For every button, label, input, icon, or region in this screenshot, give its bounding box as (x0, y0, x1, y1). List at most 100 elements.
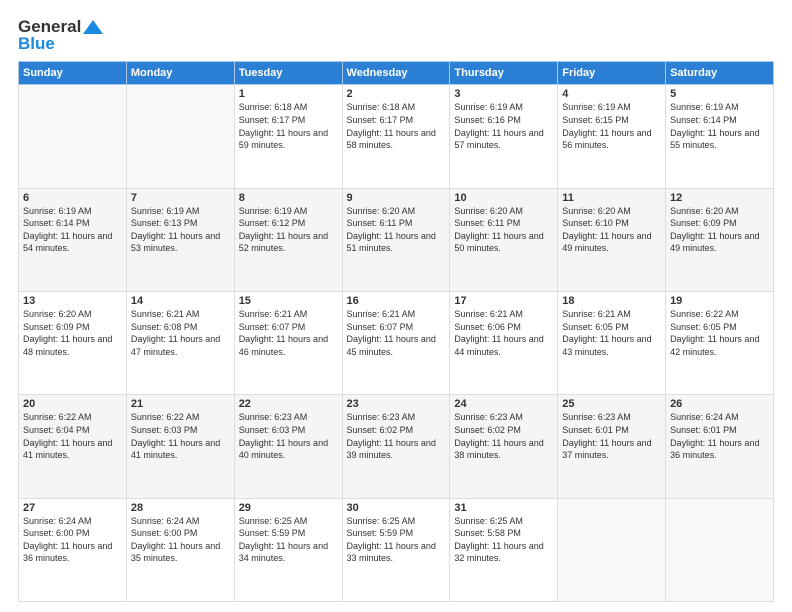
day-number: 13 (23, 295, 122, 307)
day-number: 4 (562, 88, 661, 100)
calendar-cell: 12Sunrise: 6:20 AMSunset: 6:09 PMDayligh… (666, 188, 774, 291)
weekday-header-thursday: Thursday (450, 62, 558, 85)
day-number: 9 (347, 192, 446, 204)
calendar-cell: 15Sunrise: 6:21 AMSunset: 6:07 PMDayligh… (234, 292, 342, 395)
day-number: 5 (670, 88, 769, 100)
day-number: 23 (347, 398, 446, 410)
day-info: Sunrise: 6:22 AMSunset: 6:03 PMDaylight:… (131, 411, 230, 461)
day-number: 26 (670, 398, 769, 410)
day-number: 18 (562, 295, 661, 307)
calendar-cell: 8Sunrise: 6:19 AMSunset: 6:12 PMDaylight… (234, 188, 342, 291)
week-row-1: 6Sunrise: 6:19 AMSunset: 6:14 PMDaylight… (19, 188, 774, 291)
day-number: 16 (347, 295, 446, 307)
day-info: Sunrise: 6:21 AMSunset: 6:08 PMDaylight:… (131, 308, 230, 358)
calendar-cell: 18Sunrise: 6:21 AMSunset: 6:05 PMDayligh… (558, 292, 666, 395)
day-number: 6 (23, 192, 122, 204)
day-info: Sunrise: 6:20 AMSunset: 6:11 PMDaylight:… (347, 205, 446, 255)
calendar-cell: 9Sunrise: 6:20 AMSunset: 6:11 PMDaylight… (342, 188, 450, 291)
weekday-header-tuesday: Tuesday (234, 62, 342, 85)
calendar-cell: 20Sunrise: 6:22 AMSunset: 6:04 PMDayligh… (19, 395, 127, 498)
calendar-cell (126, 85, 234, 188)
calendar-cell: 3Sunrise: 6:19 AMSunset: 6:16 PMDaylight… (450, 85, 558, 188)
day-info: Sunrise: 6:22 AMSunset: 6:05 PMDaylight:… (670, 308, 769, 358)
day-number: 7 (131, 192, 230, 204)
calendar-cell: 5Sunrise: 6:19 AMSunset: 6:14 PMDaylight… (666, 85, 774, 188)
weekday-header-row: SundayMondayTuesdayWednesdayThursdayFrid… (19, 62, 774, 85)
day-info: Sunrise: 6:25 AMSunset: 5:59 PMDaylight:… (239, 515, 338, 565)
day-info: Sunrise: 6:19 AMSunset: 6:12 PMDaylight:… (239, 205, 338, 255)
day-number: 21 (131, 398, 230, 410)
day-info: Sunrise: 6:21 AMSunset: 6:05 PMDaylight:… (562, 308, 661, 358)
weekday-header-monday: Monday (126, 62, 234, 85)
calendar-cell: 19Sunrise: 6:22 AMSunset: 6:05 PMDayligh… (666, 292, 774, 395)
day-info: Sunrise: 6:19 AMSunset: 6:14 PMDaylight:… (670, 101, 769, 151)
calendar-cell: 17Sunrise: 6:21 AMSunset: 6:06 PMDayligh… (450, 292, 558, 395)
calendar-cell: 2Sunrise: 6:18 AMSunset: 6:17 PMDaylight… (342, 85, 450, 188)
week-row-3: 20Sunrise: 6:22 AMSunset: 6:04 PMDayligh… (19, 395, 774, 498)
calendar-cell: 4Sunrise: 6:19 AMSunset: 6:15 PMDaylight… (558, 85, 666, 188)
weekday-header-sunday: Sunday (19, 62, 127, 85)
day-info: Sunrise: 6:23 AMSunset: 6:03 PMDaylight:… (239, 411, 338, 461)
calendar-cell: 11Sunrise: 6:20 AMSunset: 6:10 PMDayligh… (558, 188, 666, 291)
calendar-cell: 27Sunrise: 6:24 AMSunset: 6:00 PMDayligh… (19, 498, 127, 601)
week-row-2: 13Sunrise: 6:20 AMSunset: 6:09 PMDayligh… (19, 292, 774, 395)
day-info: Sunrise: 6:19 AMSunset: 6:14 PMDaylight:… (23, 205, 122, 255)
day-number: 15 (239, 295, 338, 307)
day-number: 29 (239, 502, 338, 514)
calendar-cell: 25Sunrise: 6:23 AMSunset: 6:01 PMDayligh… (558, 395, 666, 498)
day-number: 24 (454, 398, 553, 410)
day-info: Sunrise: 6:21 AMSunset: 6:07 PMDaylight:… (347, 308, 446, 358)
day-info: Sunrise: 6:24 AMSunset: 6:01 PMDaylight:… (670, 411, 769, 461)
day-info: Sunrise: 6:23 AMSunset: 6:01 PMDaylight:… (562, 411, 661, 461)
day-number: 28 (131, 502, 230, 514)
day-number: 20 (23, 398, 122, 410)
week-row-0: 1Sunrise: 6:18 AMSunset: 6:17 PMDaylight… (19, 85, 774, 188)
logo-triangle-icon (83, 19, 103, 35)
day-info: Sunrise: 6:20 AMSunset: 6:09 PMDaylight:… (670, 205, 769, 255)
calendar-cell (666, 498, 774, 601)
calendar-cell: 16Sunrise: 6:21 AMSunset: 6:07 PMDayligh… (342, 292, 450, 395)
calendar-cell: 23Sunrise: 6:23 AMSunset: 6:02 PMDayligh… (342, 395, 450, 498)
day-info: Sunrise: 6:21 AMSunset: 6:06 PMDaylight:… (454, 308, 553, 358)
weekday-header-friday: Friday (558, 62, 666, 85)
page: General Blue SundayMondayTuesdayWednesda… (0, 0, 792, 612)
day-number: 1 (239, 88, 338, 100)
day-info: Sunrise: 6:25 AMSunset: 5:58 PMDaylight:… (454, 515, 553, 565)
calendar-cell (19, 85, 127, 188)
day-info: Sunrise: 6:20 AMSunset: 6:09 PMDaylight:… (23, 308, 122, 358)
day-info: Sunrise: 6:20 AMSunset: 6:10 PMDaylight:… (562, 205, 661, 255)
day-info: Sunrise: 6:19 AMSunset: 6:13 PMDaylight:… (131, 205, 230, 255)
logo: General Blue (18, 18, 103, 53)
logo-blue-text: Blue (18, 35, 55, 54)
calendar-cell: 1Sunrise: 6:18 AMSunset: 6:17 PMDaylight… (234, 85, 342, 188)
day-number: 30 (347, 502, 446, 514)
day-info: Sunrise: 6:19 AMSunset: 6:15 PMDaylight:… (562, 101, 661, 151)
day-number: 25 (562, 398, 661, 410)
day-number: 10 (454, 192, 553, 204)
calendar-cell: 24Sunrise: 6:23 AMSunset: 6:02 PMDayligh… (450, 395, 558, 498)
calendar-cell: 10Sunrise: 6:20 AMSunset: 6:11 PMDayligh… (450, 188, 558, 291)
day-number: 22 (239, 398, 338, 410)
calendar-cell: 30Sunrise: 6:25 AMSunset: 5:59 PMDayligh… (342, 498, 450, 601)
day-number: 12 (670, 192, 769, 204)
weekday-header-saturday: Saturday (666, 62, 774, 85)
day-info: Sunrise: 6:23 AMSunset: 6:02 PMDaylight:… (454, 411, 553, 461)
calendar-cell: 21Sunrise: 6:22 AMSunset: 6:03 PMDayligh… (126, 395, 234, 498)
calendar-cell: 28Sunrise: 6:24 AMSunset: 6:00 PMDayligh… (126, 498, 234, 601)
calendar-cell: 13Sunrise: 6:20 AMSunset: 6:09 PMDayligh… (19, 292, 127, 395)
day-info: Sunrise: 6:18 AMSunset: 6:17 PMDaylight:… (239, 101, 338, 151)
calendar-cell: 29Sunrise: 6:25 AMSunset: 5:59 PMDayligh… (234, 498, 342, 601)
day-number: 8 (239, 192, 338, 204)
calendar-cell: 31Sunrise: 6:25 AMSunset: 5:58 PMDayligh… (450, 498, 558, 601)
day-info: Sunrise: 6:24 AMSunset: 6:00 PMDaylight:… (23, 515, 122, 565)
day-number: 27 (23, 502, 122, 514)
calendar-cell: 6Sunrise: 6:19 AMSunset: 6:14 PMDaylight… (19, 188, 127, 291)
day-info: Sunrise: 6:25 AMSunset: 5:59 PMDaylight:… (347, 515, 446, 565)
day-info: Sunrise: 6:20 AMSunset: 6:11 PMDaylight:… (454, 205, 553, 255)
day-info: Sunrise: 6:19 AMSunset: 6:16 PMDaylight:… (454, 101, 553, 151)
calendar-table: SundayMondayTuesdayWednesdayThursdayFrid… (18, 61, 774, 602)
day-info: Sunrise: 6:23 AMSunset: 6:02 PMDaylight:… (347, 411, 446, 461)
calendar-cell: 7Sunrise: 6:19 AMSunset: 6:13 PMDaylight… (126, 188, 234, 291)
day-number: 2 (347, 88, 446, 100)
calendar-cell: 14Sunrise: 6:21 AMSunset: 6:08 PMDayligh… (126, 292, 234, 395)
